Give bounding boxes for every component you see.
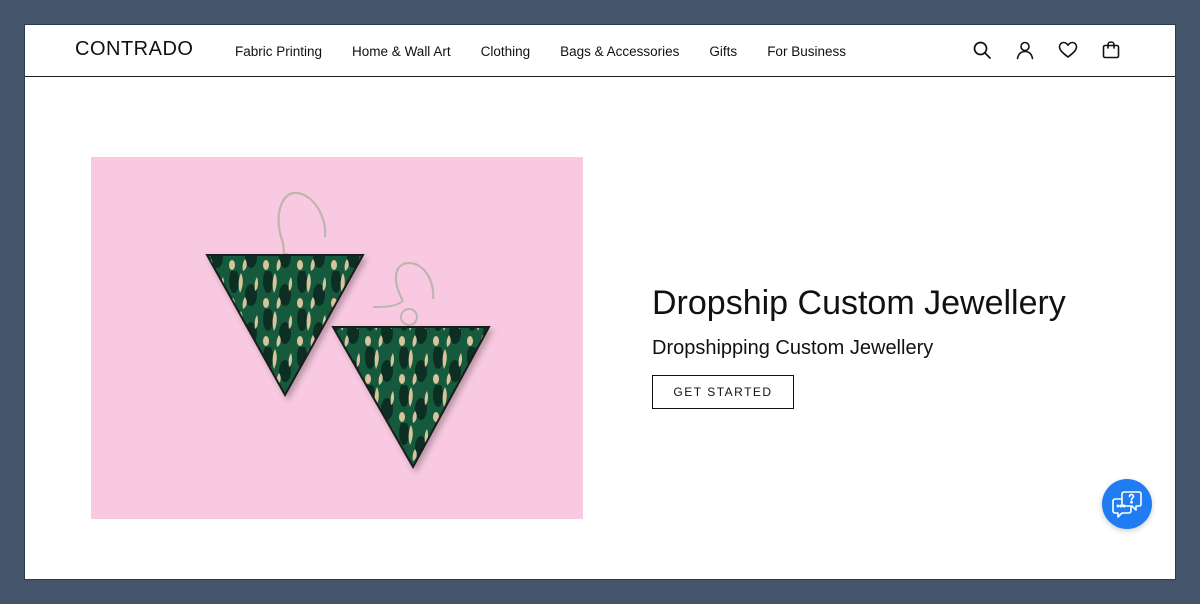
browser-window: CONTRADO Fabric Printing Home & Wall Art… [24,24,1176,580]
page-subtitle: Dropshipping Custom Jewellery [652,337,934,359]
chat-help-button[interactable] [1102,479,1152,529]
main-nav: Fabric Printing Home & Wall Art Clothing… [235,25,876,77]
navbar: CONTRADO Fabric Printing Home & Wall Art… [25,25,1175,77]
user-icon[interactable] [1013,38,1037,62]
nav-gifts[interactable]: Gifts [709,44,737,59]
hero-content: Dropship Custom Jewellery Dropshipping C… [652,281,1152,409]
triangle-earrings-image [91,157,583,519]
shopping-bag-icon[interactable] [1099,38,1123,62]
nav-fabric-printing[interactable]: Fabric Printing [235,44,322,59]
nav-clothing[interactable]: Clothing [481,44,531,59]
page-title: Dropship Custom Jewellery [652,284,1066,322]
nav-for-business[interactable]: For Business [767,44,846,59]
logo[interactable]: CONTRADO [75,38,193,61]
heart-icon[interactable] [1056,38,1080,62]
nav-home-wall-art[interactable]: Home & Wall Art [352,44,451,59]
get-started-button[interactable]: GET STARTED [652,375,794,409]
header-actions [951,38,1123,62]
nav-bags-accessories[interactable]: Bags & Accessories [560,44,679,59]
chat-help-icon [1112,491,1142,518]
search-icon[interactable] [970,38,994,62]
